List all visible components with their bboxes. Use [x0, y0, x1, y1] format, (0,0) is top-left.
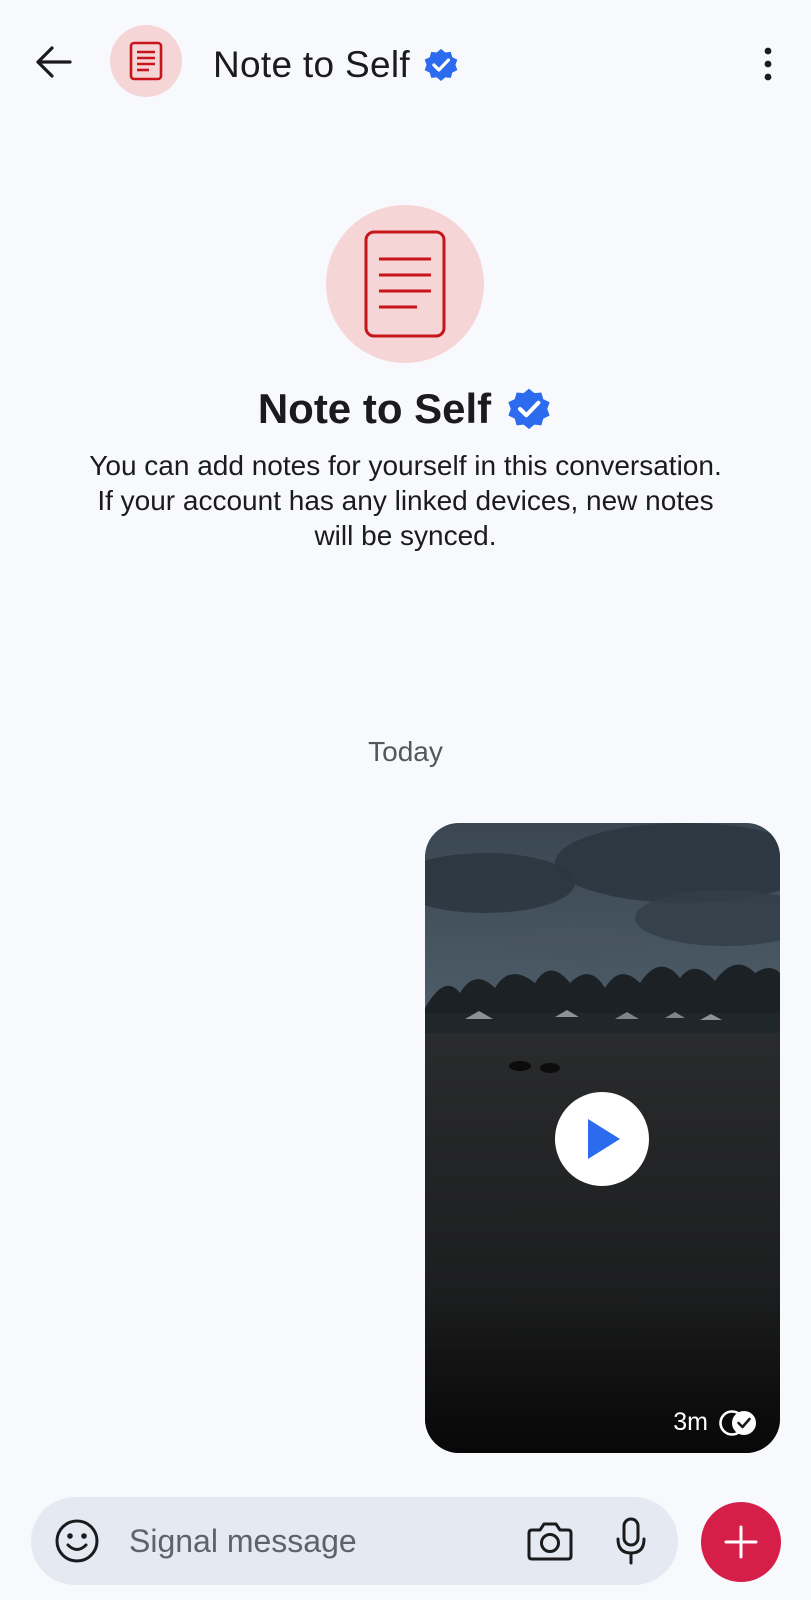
- voice-note-button[interactable]: [611, 1515, 651, 1567]
- play-icon: [588, 1119, 620, 1159]
- date-divider: Today: [368, 736, 443, 767]
- more-vertical-icon: [764, 47, 772, 81]
- verified-badge-icon: [505, 385, 553, 433]
- profile-description: You can add notes for yourself in this c…: [80, 448, 731, 553]
- microphone-icon: [616, 1517, 646, 1565]
- description-line-2: If your account has any linked devices, …: [97, 485, 714, 551]
- camera-icon: [527, 1522, 573, 1561]
- message-input[interactable]: [129, 1515, 499, 1567]
- double-check-icon: [719, 1409, 756, 1436]
- back-button[interactable]: [24, 32, 84, 92]
- verified-badge-icon: [422, 46, 460, 84]
- profile-name: Note to Self: [257, 385, 492, 432]
- video-message[interactable]: 3m: [425, 823, 780, 1453]
- top-app-bar: Note to Self: [0, 0, 811, 128]
- smiley-icon: [55, 1519, 99, 1563]
- note-document-icon: [364, 230, 446, 338]
- profile-name-row: Note to Self: [0, 385, 811, 433]
- conversation-title[interactable]: Note to Self: [213, 40, 460, 90]
- note-document-icon: [129, 41, 163, 81]
- message-meta: 3m: [673, 1408, 758, 1437]
- add-attachment-button[interactable]: [701, 1502, 781, 1582]
- description-line-1: You can add notes for yourself in this c…: [89, 450, 722, 481]
- camera-button[interactable]: [525, 1517, 575, 1565]
- message-time: 3m: [673, 1408, 708, 1436]
- play-button[interactable]: [555, 1092, 649, 1186]
- message-composer: [31, 1497, 678, 1585]
- emoji-button[interactable]: [53, 1517, 101, 1565]
- more-options-button[interactable]: [738, 34, 798, 94]
- arrow-left-icon: [36, 46, 72, 78]
- plus-icon: [724, 1525, 758, 1559]
- profile-avatar: [326, 205, 484, 363]
- avatar[interactable]: [110, 25, 182, 97]
- header-title: Note to Self: [213, 44, 410, 85]
